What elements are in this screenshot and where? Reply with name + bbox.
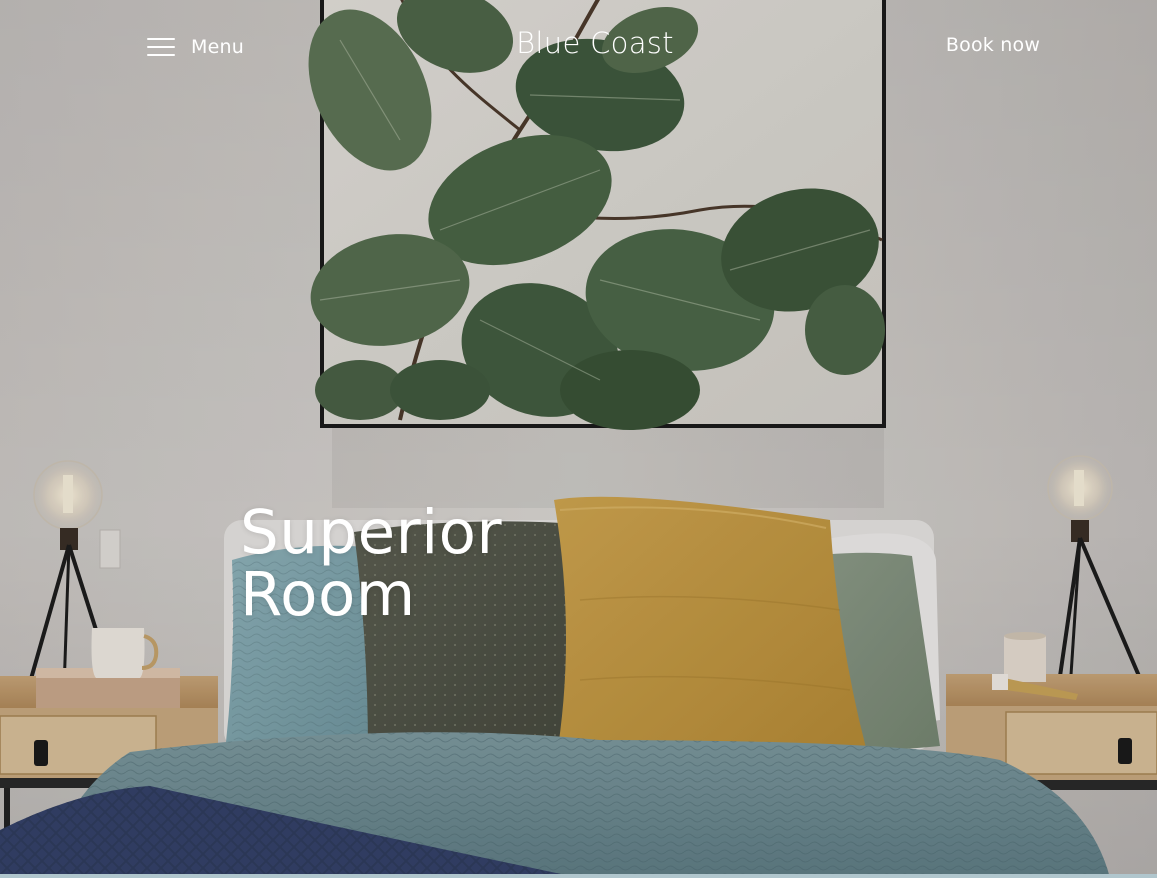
room-title: Superior Room — [240, 502, 660, 626]
room-title-line-1: Superior — [240, 497, 503, 568]
hero-section: Menu Blue Coast Book now Superior Room — [0, 0, 1157, 878]
menu-label: Menu — [191, 36, 244, 58]
menu-button[interactable]: Menu — [147, 32, 244, 62]
hero-background-image — [0, 0, 1157, 878]
hamburger-icon — [147, 37, 175, 57]
room-title-line-2: Room — [240, 559, 416, 630]
site-logo[interactable]: Blue Coast — [480, 26, 710, 60]
book-now-link[interactable]: Book now — [920, 34, 1066, 56]
site-header: Menu Blue Coast Book now — [0, 0, 1157, 92]
